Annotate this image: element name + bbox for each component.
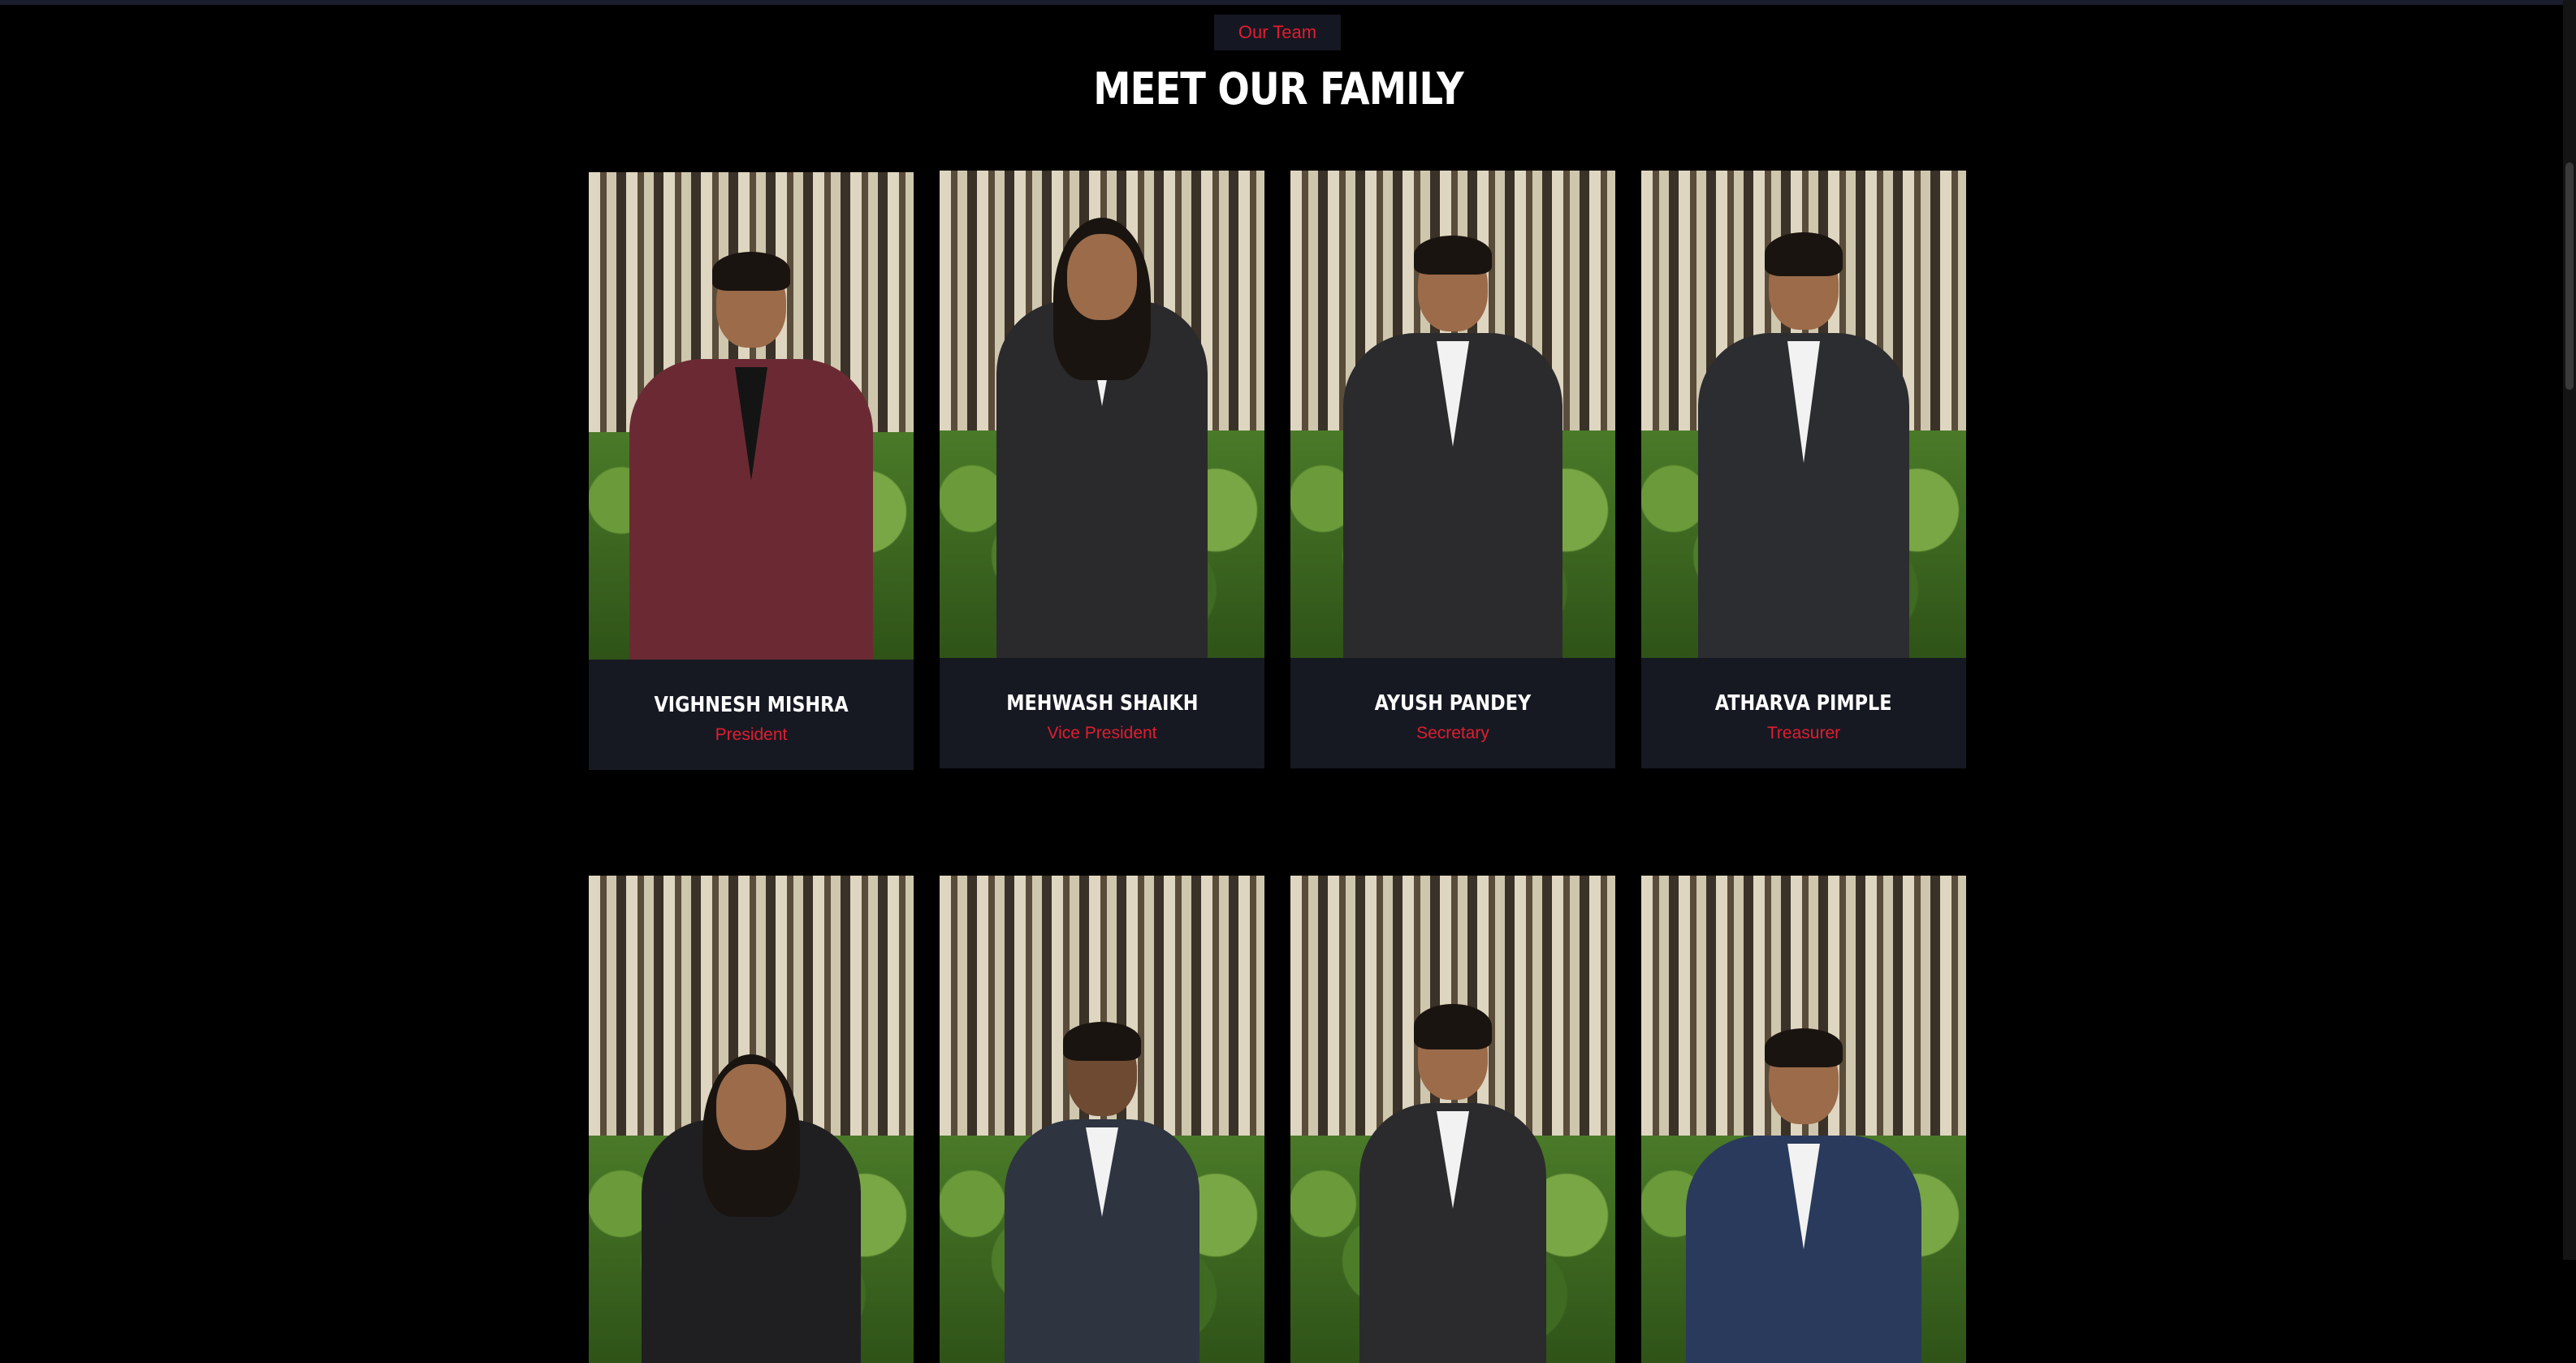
member-photo [1641,171,1966,658]
our-team-badge: Our Team [1214,15,1341,50]
member-photo [1290,876,1615,1363]
team-card[interactable] [940,876,1264,1363]
team-card[interactable]: MEHWASH SHAIKH Vice President [940,171,1264,768]
team-card[interactable]: VIGHNESH MISHRA President [589,172,914,770]
member-role: Vice President [1047,724,1157,742]
team-card[interactable]: AYUSH PANDEY Secretary [1290,171,1615,768]
member-role: President [715,725,788,744]
team-card[interactable] [1290,876,1615,1363]
scrollbar-thumb[interactable] [2565,162,2574,390]
team-card[interactable] [1641,876,1966,1363]
team-card[interactable]: ATHARVA PIMPLE Treasurer [1641,171,1966,768]
page-title: MEET OUR FAMILY [1093,63,1463,115]
member-name: ATHARVA PIMPLE [1715,691,1892,716]
member-name: AYUSH PANDEY [1374,691,1532,716]
top-border [0,0,2563,5]
member-photo [589,876,914,1363]
member-photo [589,172,914,660]
member-name: VIGHNESH MISHRA [654,693,849,717]
member-role: Secretary [1416,724,1489,742]
member-photo [940,171,1264,658]
member-role: Treasurer [1766,724,1841,742]
member-name: MEHWASH SHAIKH [1005,691,1199,716]
member-photo [1290,171,1615,658]
member-photo [940,876,1264,1363]
team-card[interactable] [589,876,914,1363]
member-photo [1641,876,1966,1363]
page-scrollbar[interactable] [2563,0,2576,1260]
